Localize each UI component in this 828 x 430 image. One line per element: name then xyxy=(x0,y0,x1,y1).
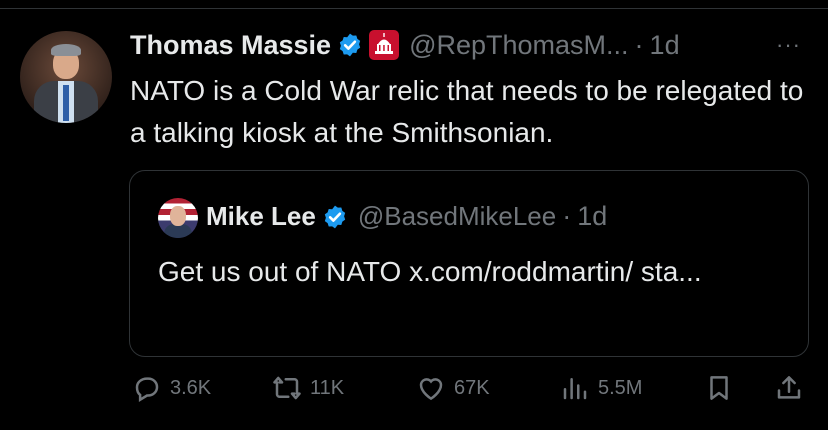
quoted-timestamp: 1d xyxy=(577,201,608,231)
reply-icon xyxy=(135,377,159,402)
view-count: 5.5M xyxy=(598,376,643,399)
verified-badge-icon xyxy=(324,205,346,228)
quoted-tweet-text: Get us out of NATO x.com/roddmartin/ sta… xyxy=(158,256,702,287)
views-icon xyxy=(563,378,587,400)
separator-dot: · xyxy=(562,201,572,231)
share-button[interactable] xyxy=(774,373,804,403)
author-handle[interactable]: @RepThomasM... xyxy=(409,30,628,61)
quoted-author-avatar xyxy=(158,198,198,238)
like-button[interactable]: 67K xyxy=(416,373,490,403)
action-bar: 3.6K 11K 67K 5.5M xyxy=(0,373,828,413)
author-name[interactable]: Thomas Massie xyxy=(130,30,331,61)
like-count: 67K xyxy=(454,376,490,399)
repost-count: 11K xyxy=(310,376,345,399)
bookmark-button[interactable] xyxy=(704,373,734,403)
quoted-author-name: Mike Lee xyxy=(206,201,316,231)
tweet-text: NATO is a Cold War relic that needs to b… xyxy=(130,75,804,148)
us-house-capitol-icon[interactable] xyxy=(369,30,400,60)
reply-button[interactable]: 3.6K xyxy=(132,373,211,403)
tweet-header: Thomas Massie @RepThomasM... · 1d xyxy=(130,27,680,63)
separator-dot: · xyxy=(634,29,644,60)
verified-badge-icon[interactable] xyxy=(337,32,363,58)
repost-icon xyxy=(273,376,301,400)
views-button[interactable]: 5.5M xyxy=(560,373,642,403)
timestamp[interactable]: 1d xyxy=(650,30,680,61)
quoted-author-handle: @BasedMikeLee xyxy=(357,201,557,231)
heart-icon xyxy=(419,378,443,401)
quoted-tweet-card[interactable]: Mike Lee @BasedMikeLee · 1d Get us out o… xyxy=(129,170,809,357)
bookmark-icon xyxy=(710,376,728,400)
reply-count: 3.6K xyxy=(170,376,212,399)
repost-button[interactable]: 11K xyxy=(272,373,344,403)
author-avatar[interactable] xyxy=(20,31,112,123)
more-options-icon[interactable]: ··· xyxy=(776,32,801,58)
divider xyxy=(0,8,828,9)
share-icon xyxy=(777,376,801,399)
quoted-header: Mike Lee @BasedMikeLee · 1d xyxy=(206,201,607,232)
